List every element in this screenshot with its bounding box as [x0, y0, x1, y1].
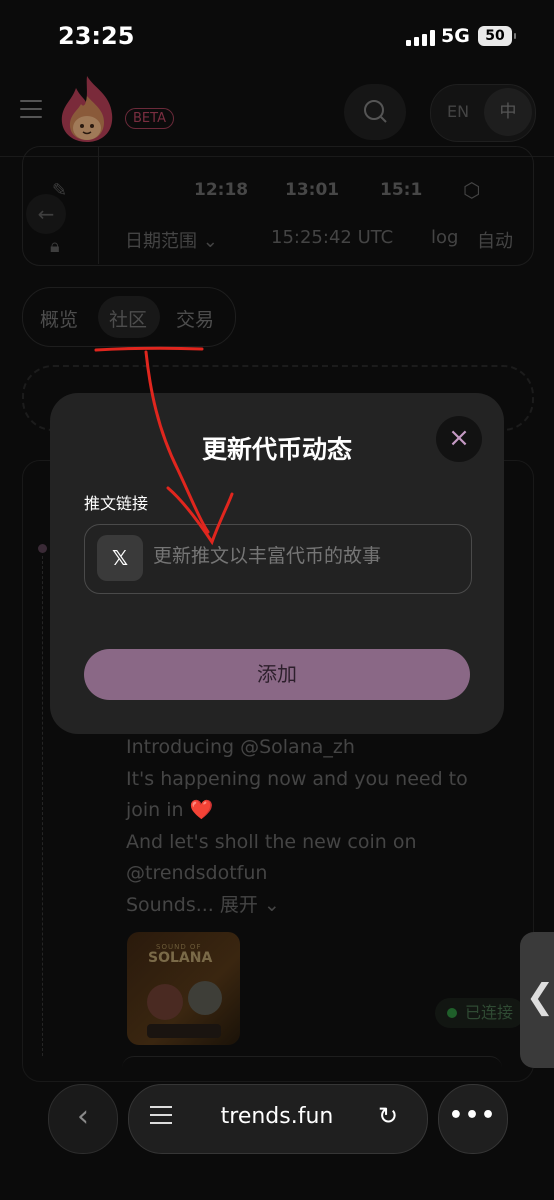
- signal-icon: [406, 30, 436, 46]
- post-line: It's happening now and you need to join …: [126, 767, 468, 822]
- tab-community[interactable]: 社区: [109, 305, 147, 332]
- close-icon[interactable]: ×: [436, 416, 482, 462]
- side-panel-handle[interactable]: ❮: [520, 932, 554, 1068]
- time-tick: 15:1: [380, 180, 423, 200]
- browser-back-button[interactable]: ‹: [48, 1084, 118, 1154]
- lang-zh-option[interactable]: 中: [484, 88, 532, 136]
- post-line: And let's sholl the new coin on @trendsd…: [126, 830, 417, 885]
- connection-status-badge: 已连接: [435, 998, 526, 1028]
- back-arrow-icon[interactable]: ←: [26, 194, 66, 234]
- post-line: Introducing @Solana_zh: [126, 736, 355, 758]
- lang-en-option[interactable]: EN: [447, 102, 469, 121]
- search-icon: [364, 100, 387, 123]
- timeline-line: [42, 556, 43, 1056]
- next-post-card: [122, 1056, 502, 1081]
- search-button[interactable]: [344, 84, 406, 140]
- lock-icon[interactable]: 🔒︎: [50, 236, 60, 257]
- hamburger-menu-icon[interactable]: [20, 100, 42, 118]
- tab-trade[interactable]: 交易: [176, 305, 214, 332]
- settings-icon[interactable]: ⬡: [463, 178, 480, 202]
- time-tick: 12:18: [194, 180, 249, 200]
- status-time: 23:25: [58, 22, 135, 50]
- network-label: 5G: [441, 25, 470, 47]
- thumbnail-caption: SOLANA: [148, 950, 213, 966]
- reload-icon[interactable]: ↻: [378, 1102, 398, 1130]
- add-button[interactable]: 添加: [84, 649, 470, 700]
- post-expand-link[interactable]: Sounds... 展开 ⌄: [126, 890, 496, 922]
- timeline-dot: [38, 544, 47, 553]
- heart-emoji: ❤️: [189, 799, 214, 821]
- flame-logo-icon[interactable]: [56, 74, 118, 144]
- log-scale-toggle[interactable]: log: [431, 227, 458, 248]
- more-options-button[interactable]: •••: [438, 1084, 508, 1154]
- x-logo-icon: 𝕏: [97, 535, 143, 581]
- tweet-link-label: 推文链接: [84, 494, 149, 513]
- chart-card-divider: [98, 146, 99, 264]
- tab-overview[interactable]: 概览: [40, 305, 78, 332]
- tweet-link-input[interactable]: [153, 545, 453, 567]
- auto-scale-toggle[interactable]: 自动: [477, 227, 513, 253]
- utc-clock: 15:25:42 UTC: [271, 227, 394, 248]
- battery-icon: 50: [478, 26, 516, 46]
- date-range-select[interactable]: 日期范围 ⌄: [125, 227, 218, 253]
- post-body: Introducing @Solana_zh It's happening no…: [126, 732, 496, 921]
- time-tick: 13:01: [285, 180, 340, 200]
- beta-badge: BETA: [125, 108, 174, 129]
